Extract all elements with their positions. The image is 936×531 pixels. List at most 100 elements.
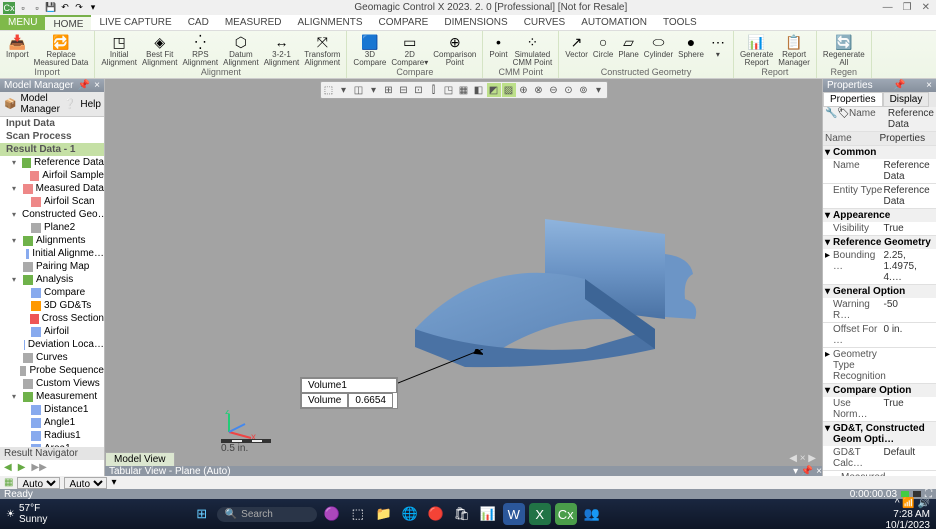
vp-tool-11[interactable]: ◧ (472, 83, 486, 97)
prop-section-gd-t-constructed-geom-opti-[interactable]: ▾GD&T, Constructed Geom Opti… (823, 422, 936, 446)
panel-pin-icon[interactable]: 📌 (78, 80, 90, 91)
prop-row[interactable]: Offset For …0 in. (823, 323, 936, 348)
ribbon-plane[interactable]: ▱Plane (616, 31, 640, 59)
prop-row[interactable]: Measured Pair Option (823, 471, 936, 476)
tab-automation[interactable]: AUTOMATION (573, 15, 655, 30)
taskbar-search[interactable]: 🔍 Search (217, 507, 317, 522)
tree-node-measured-data[interactable]: ▾Measured Data (0, 182, 104, 195)
qat-open-icon[interactable]: ▫ (31, 2, 43, 14)
tree-node-result-data-1[interactable]: Result Data - 1 (0, 143, 104, 156)
tree-node-initial-alignme-[interactable]: Initial Alignme… (0, 247, 104, 260)
prop-section-appearence[interactable]: ▾Appearence (823, 209, 936, 222)
tree-node-reference-data[interactable]: ▾Reference Data (0, 156, 104, 169)
tree-node-input-data[interactable]: Input Data (0, 117, 104, 130)
tabular-view-bar[interactable]: Tabular View - Plane (Auto) ▾ 📌 × (105, 466, 822, 476)
nav-prev-icon[interactable]: ◀ (4, 462, 12, 474)
taskbar-weather[interactable]: ☀ 57°F Sunny (6, 503, 47, 525)
tree-node-cross-section[interactable]: Cross Section (0, 312, 104, 325)
taskbar-app-1-icon[interactable]: 📊 (477, 503, 499, 525)
vp-tool-12[interactable]: ◩ (487, 83, 501, 97)
qat-redo-icon[interactable]: ↷ (73, 2, 85, 14)
prop-section-general-option[interactable]: ▾General Option (823, 285, 936, 298)
taskbar-explorer-icon[interactable]: 📁 (373, 503, 395, 525)
prop-row[interactable]: VisibilityTrue (823, 222, 936, 236)
ribbon-best-fit[interactable]: ◈Best FitAlignment (140, 31, 180, 67)
minimize-button[interactable]: — (883, 2, 893, 13)
tree-node-constructed-geo-[interactable]: ▾Constructed Geo… (0, 208, 104, 221)
ribbon-sphere[interactable]: ●Sphere (676, 31, 706, 59)
vp-tool-16[interactable]: ⊖ (547, 83, 561, 97)
tree-node-measurement[interactable]: ▾Measurement (0, 390, 104, 403)
tab-live-capture[interactable]: LIVE CAPTURE (91, 15, 179, 30)
prop-section-common[interactable]: ▾Common (823, 146, 936, 159)
vp-tool-18[interactable]: ⊚ (577, 83, 591, 97)
vp-tool-9[interactable]: ◳ (442, 83, 456, 97)
taskbar-edge-icon[interactable]: 🌐 (399, 503, 421, 525)
viewport-3d[interactable]: ⬚▾ ◫▾ ⊞⊟ ⊡⫿ ◳▦ ◧ ◩ ▨ ⊕⊗ ⊖⊙ ⊚▾ (105, 79, 822, 476)
tree-node-analysis[interactable]: ▾Analysis (0, 273, 104, 286)
ribbon-rps[interactable]: ⁛RPSAlignment (181, 31, 221, 67)
viewport-tab-controls[interactable]: ◀ × ▶ (781, 452, 822, 465)
tree-node-airfoil[interactable]: Airfoil (0, 325, 104, 338)
tree-node-compare[interactable]: Compare (0, 286, 104, 299)
vp-tool-7[interactable]: ⊡ (412, 83, 426, 97)
tab-home[interactable]: HOME (45, 15, 91, 30)
prop-row[interactable]: ▸Geometry Type Recognition (823, 348, 936, 384)
viewport-tab-model-view[interactable]: Model View (105, 452, 175, 466)
properties-pin-icon[interactable]: 📌 (893, 80, 905, 91)
properties-tab[interactable]: Properties (823, 92, 883, 107)
ribbon-initial[interactable]: ◳InitialAlignment (99, 31, 139, 67)
prop-row[interactable]: NameReference Data (823, 159, 936, 184)
tree-node-angle1[interactable]: Angle1 (0, 416, 104, 429)
ribbon-comparison[interactable]: ⊕ComparisonPoint (431, 31, 478, 67)
taskbar-teams-icon[interactable]: 👥 (581, 503, 603, 525)
panel-close-icon[interactable]: × (94, 80, 100, 91)
vp-tool-6[interactable]: ⊟ (397, 83, 411, 97)
properties-close-icon[interactable]: × (926, 80, 932, 91)
ribbon-3d[interactable]: 🟦3DCompare (351, 31, 388, 67)
tab-tools[interactable]: TOOLS (655, 15, 705, 30)
ribbon-point[interactable]: •Point (487, 31, 509, 59)
prop-section-reference-geometry[interactable]: ▾Reference Geometry (823, 236, 936, 249)
ribbon-3-2-1[interactable]: ↔3-2-1Alignment (262, 31, 302, 67)
bottom-select-2[interactable]: Auto (64, 477, 107, 489)
qat-more-icon[interactable]: ▾ (87, 2, 99, 14)
ribbon-regenerate[interactable]: 🔄RegenerateAll (821, 31, 867, 67)
ribbon-report[interactable]: 📋ReportManager (776, 31, 812, 67)
display-tab[interactable]: Display (883, 92, 930, 107)
vp-tool-10[interactable]: ▦ (457, 83, 471, 97)
tree-node-alignments[interactable]: ▾Alignments (0, 234, 104, 247)
ribbon-import[interactable]: 📥Import (4, 31, 31, 59)
taskbar-app-cx-icon[interactable]: Cx (555, 503, 577, 525)
prop-row[interactable]: GD&T Calc…Default (823, 446, 936, 471)
tree-node-custom-views[interactable]: Custom Views (0, 377, 104, 390)
model-tree[interactable]: Input DataScan ProcessResult Data - 1▾Re… (0, 117, 104, 447)
tab-measured[interactable]: MEASURED (217, 15, 290, 30)
ribbon-2d[interactable]: ▭2DCompare▾ (389, 31, 430, 67)
tree-node-probe-sequence[interactable]: Probe Sequence (0, 364, 104, 377)
qat-undo-icon[interactable]: ↶ (59, 2, 71, 14)
ribbon-simulated[interactable]: ⁘SimulatedCMM Point (511, 31, 555, 67)
measurement-callout[interactable]: Volume1 Volume 0.6654 (300, 377, 398, 409)
tree-node-distance1[interactable]: Distance1 (0, 403, 104, 416)
tray-icons[interactable]: ^ 📶 🔊 (895, 498, 930, 509)
vp-tool-14[interactable]: ⊕ (517, 83, 531, 97)
prop-row[interactable]: Use Norm…True (823, 397, 936, 422)
tree-node-airfoil-scan[interactable]: Airfoil Scan (0, 195, 104, 208)
vp-tool-5[interactable]: ⊞ (382, 83, 396, 97)
model-manager-tab[interactable]: Model Manager (20, 93, 59, 115)
ribbon-datum[interactable]: ⬡DatumAlignment (221, 31, 261, 67)
nav-play-icon[interactable]: ▶ (18, 462, 26, 474)
vp-tool-17[interactable]: ⊙ (562, 83, 576, 97)
tab-compare[interactable]: COMPARE (371, 15, 437, 30)
vp-tool-3[interactable]: ◫ (352, 83, 366, 97)
tree-node-radius1[interactable]: Radius1 (0, 429, 104, 442)
system-tray[interactable]: ^ 📶 🔊 7:28 AM 10/1/2023 (886, 498, 931, 531)
tree-node-pairing-map[interactable]: Pairing Map (0, 260, 104, 273)
ribbon-generate[interactable]: 📊GenerateReport (738, 31, 775, 67)
tree-node-deviation-loca-[interactable]: Deviation Loca… (0, 338, 104, 351)
tab-dimensions[interactable]: DIMENSIONS (436, 15, 515, 30)
vp-tool-1[interactable]: ⬚ (322, 83, 336, 97)
tree-node-3d-gd-ts[interactable]: 3D GD&Ts (0, 299, 104, 312)
start-button[interactable]: ⊞ (191, 503, 213, 525)
